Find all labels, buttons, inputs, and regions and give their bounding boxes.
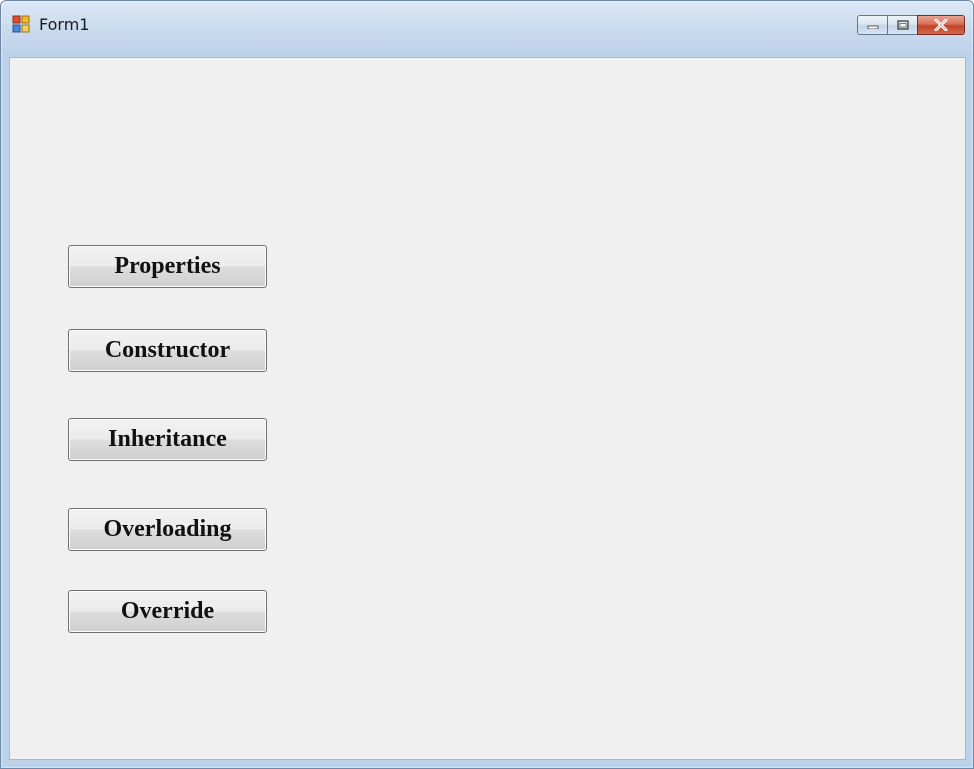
overloading-button[interactable]: Overloading [68, 508, 267, 551]
close-icon [934, 19, 948, 31]
maximize-icon [896, 20, 909, 30]
constructor-button[interactable]: Constructor [68, 329, 267, 372]
close-button[interactable] [917, 15, 965, 35]
minimize-button[interactable] [857, 15, 887, 35]
form1-window: Form1 Properties Constructor Inheritance… [0, 0, 974, 769]
caption-buttons [857, 15, 965, 37]
inheritance-button[interactable]: Inheritance [68, 418, 267, 461]
window-title: Form1 [39, 15, 90, 34]
form-client-area: Properties Constructor Inheritance Overl… [9, 57, 966, 760]
app-icon [12, 15, 30, 33]
properties-button[interactable]: Properties [68, 245, 267, 288]
title-bar[interactable]: Form1 [1, 1, 973, 55]
override-button[interactable]: Override [68, 590, 267, 633]
minimize-icon [867, 25, 878, 29]
maximize-button[interactable] [887, 15, 917, 35]
